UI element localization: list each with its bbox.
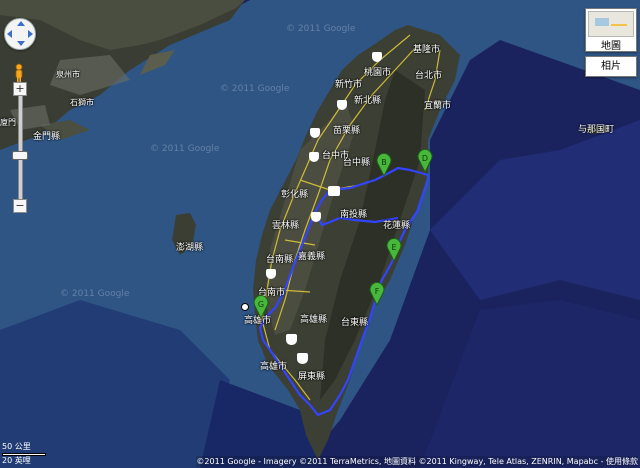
place-label: 与那国町 <box>578 125 615 135</box>
place-label: 宜蘭市 <box>424 101 452 111</box>
place-label: 高雄市 <box>260 362 288 372</box>
satellite-imagery[interactable] <box>0 0 640 468</box>
place-label: 台東縣 <box>341 318 369 328</box>
waypoint-marker-f[interactable]: F <box>369 282 385 306</box>
route-shield-icon <box>328 186 340 196</box>
watermark: © 2011 Google <box>286 24 356 34</box>
zoom-out-button[interactable]: − <box>13 199 27 213</box>
place-label: 澎湖縣 <box>176 243 204 253</box>
place-label: 嘉義縣 <box>298 252 326 262</box>
place-label: 台北市 <box>415 71 443 81</box>
route-shield-icon <box>310 128 320 138</box>
place-label: 金門縣 <box>33 132 61 142</box>
route-shield-icon <box>286 334 297 345</box>
svg-text:B: B <box>381 158 387 167</box>
zoom-slider-handle[interactable] <box>12 151 28 160</box>
place-label: 苗栗縣 <box>333 126 361 136</box>
place-label: 雲林縣 <box>272 221 300 231</box>
place-label: 南投縣 <box>340 210 368 220</box>
zoom-in-button[interactable]: + <box>13 82 27 96</box>
scale-metric: 50 公里 <box>2 442 31 451</box>
waypoint-marker-e[interactable]: E <box>386 238 402 262</box>
route-shield-icon <box>297 353 308 364</box>
svg-text:F: F <box>375 287 380 296</box>
map-type-satellite-button[interactable]: 相片 <box>585 56 637 77</box>
place-label: 屏東縣 <box>298 372 326 382</box>
map-type-map-button[interactable]: 地圖 <box>585 8 637 52</box>
place-label: 台中縣 <box>343 158 371 168</box>
route-shield-icon <box>266 269 276 279</box>
place-label: 新北縣 <box>354 96 382 106</box>
pan-up-icon[interactable] <box>17 21 25 26</box>
place-label: 基隆市 <box>413 45 441 55</box>
route-shield-icon <box>337 100 347 110</box>
place-label: 廈門 <box>0 118 16 127</box>
route-shield-icon <box>372 52 382 62</box>
place-label: 花蓮縣 <box>383 221 411 231</box>
route-shield-icon <box>309 152 319 162</box>
street-view-pegman-icon[interactable] <box>13 63 25 83</box>
pan-left-icon[interactable] <box>7 30 12 38</box>
zoom-slider-track[interactable] <box>18 95 23 204</box>
map-viewport[interactable]: © 2011 Google © 2011 Google © 2011 Googl… <box>0 0 640 468</box>
route-shield-icon <box>311 212 321 222</box>
map-thumbnail-icon <box>588 11 634 37</box>
place-label: 高雄縣 <box>300 315 328 325</box>
waypoint-marker-b[interactable]: B <box>376 153 392 177</box>
place-label: 桃園市 <box>364 68 392 78</box>
pan-control[interactable] <box>4 18 36 50</box>
pan-right-icon[interactable] <box>28 30 33 38</box>
waypoint-marker-d[interactable]: D <box>417 149 433 173</box>
svg-text:G: G <box>258 300 264 309</box>
scale-bar: 50 公里 20 英哩 <box>2 442 46 465</box>
place-label: 台南縣 <box>266 255 294 265</box>
scale-imperial: 20 英哩 <box>2 456 31 465</box>
watermark: © 2011 Google <box>60 289 130 299</box>
pan-down-icon[interactable] <box>17 41 25 46</box>
map-type-satellite-label: 相片 <box>601 61 621 72</box>
location-dot-icon <box>241 303 249 311</box>
map-attribution[interactable]: ©2011 Google - Imagery ©2011 TerraMetric… <box>196 456 638 467</box>
place-label: 石獅市 <box>70 98 94 107</box>
place-label: 新竹市 <box>335 80 363 90</box>
svg-text:D: D <box>422 154 428 163</box>
watermark: © 2011 Google <box>150 144 220 154</box>
place-label: 泉州市 <box>56 70 80 79</box>
waypoint-marker-g[interactable]: G <box>253 295 269 319</box>
place-label: 彰化縣 <box>281 190 309 200</box>
svg-text:E: E <box>391 243 396 252</box>
map-type-map-label: 地圖 <box>601 41 621 52</box>
watermark: © 2011 Google <box>220 84 290 94</box>
